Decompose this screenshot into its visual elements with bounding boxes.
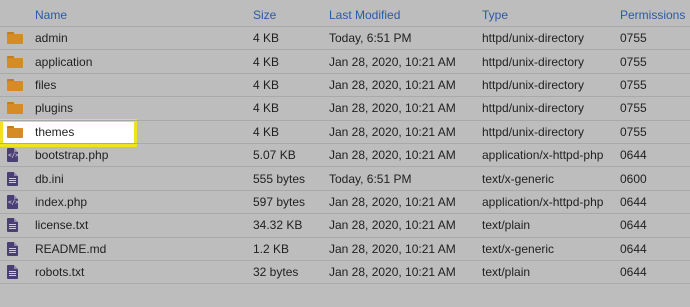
file-modified: Today, 6:51 PM [329, 171, 412, 186]
file-permissions: 0644 [620, 218, 647, 233]
table-row[interactable]: plugins 4 KB Jan 28, 2020, 10:21 AM http… [0, 97, 690, 121]
file-type: text/plain [482, 265, 531, 280]
file-modified: Jan 28, 2020, 10:21 AM [329, 265, 456, 280]
file-type: httpd/unix-directory [482, 77, 585, 92]
table-row[interactable]: files 4 KB Jan 28, 2020, 10:21 AM httpd/… [0, 74, 690, 98]
file-type: text/x-generic [482, 171, 555, 186]
column-header-size[interactable]: Size [253, 4, 276, 26]
file-size: 4 KB [253, 101, 280, 116]
code-file-icon: </> [7, 144, 19, 166]
folder-icon [7, 97, 23, 119]
file-type: application/x-httpd-php [482, 194, 604, 209]
file-size: 4 KB [253, 54, 280, 69]
file-name[interactable]: db.ini [35, 167, 64, 189]
file-modified: Jan 28, 2020, 10:21 AM [329, 101, 456, 116]
table-row[interactable]: admin 4 KB Today, 6:51 PM httpd/unix-dir… [0, 27, 690, 51]
file-permissions: 0755 [620, 101, 647, 116]
column-header-name[interactable]: Name [35, 4, 67, 26]
table-header: Name Size Last Modified Type Permissions [0, 4, 690, 27]
table-row[interactable]: robots.txt 32 bytes Jan 28, 2020, 10:21 … [0, 261, 690, 285]
file-permissions: 0755 [620, 77, 647, 92]
table-row[interactable]: application 4 KB Jan 28, 2020, 10:21 AM … [0, 50, 690, 74]
folder-icon [7, 74, 23, 96]
file-name[interactable]: bootstrap.php [35, 144, 108, 166]
file-size: 4 KB [253, 124, 280, 139]
file-permissions: 0644 [620, 265, 647, 280]
file-type: application/x-httpd-php [482, 148, 604, 163]
text-file-icon [7, 261, 18, 283]
file-modified: Jan 28, 2020, 10:21 AM [329, 218, 456, 233]
file-size: 34.32 KB [253, 218, 303, 233]
file-name[interactable]: themes [35, 121, 74, 143]
file-size: 32 bytes [253, 265, 299, 280]
folder-icon [7, 121, 23, 143]
file-modified: Jan 28, 2020, 10:21 AM [329, 77, 456, 92]
column-header-last-modified[interactable]: Last Modified [329, 4, 400, 26]
folder-icon [7, 50, 23, 72]
file-type: httpd/unix-directory [482, 124, 585, 139]
file-size: 4 KB [253, 31, 280, 46]
file-name[interactable]: application [35, 50, 92, 72]
file-name[interactable]: plugins [35, 97, 73, 119]
file-name[interactable]: admin [35, 27, 68, 49]
file-name[interactable]: README.md [35, 238, 106, 260]
file-size: 1.2 KB [253, 241, 290, 256]
column-header-permissions[interactable]: Permissions [620, 4, 685, 26]
file-modified: Jan 28, 2020, 10:21 AM [329, 124, 456, 139]
file-modified: Jan 28, 2020, 10:21 AM [329, 194, 456, 209]
text-file-icon [7, 167, 18, 189]
folder-icon [7, 27, 23, 49]
table-row[interactable]: </> bootstrap.php 5.07 KB Jan 28, 2020, … [0, 144, 690, 168]
file-permissions: 0755 [620, 54, 647, 69]
file-modified: Jan 28, 2020, 10:21 AM [329, 54, 456, 69]
text-file-icon [7, 214, 18, 236]
table-row-selected[interactable]: themes 4 KB Jan 28, 2020, 10:21 AM httpd… [0, 121, 690, 144]
file-permissions: 0600 [620, 171, 647, 186]
file-permissions: 0644 [620, 241, 647, 256]
code-file-icon: </> [7, 191, 19, 213]
file-type: text/x-generic [482, 241, 555, 256]
file-size: 4 KB [253, 77, 280, 92]
text-file-icon [7, 238, 18, 260]
file-name[interactable]: robots.txt [35, 261, 84, 283]
file-modified: Today, 6:51 PM [329, 31, 412, 46]
column-header-type[interactable]: Type [482, 4, 508, 26]
file-permissions: 0644 [620, 148, 647, 163]
table-row[interactable]: db.ini 555 bytes Today, 6:51 PM text/x-g… [0, 167, 690, 191]
file-table: Name Size Last Modified Type Permissions… [0, 4, 690, 285]
table-row[interactable]: </> index.php 597 bytes Jan 28, 2020, 10… [0, 191, 690, 215]
file-type: httpd/unix-directory [482, 31, 585, 46]
file-name[interactable]: license.txt [35, 214, 88, 236]
file-permissions: 0755 [620, 31, 647, 46]
file-name[interactable]: index.php [35, 191, 87, 213]
file-type: text/plain [482, 218, 531, 233]
file-name[interactable]: files [35, 74, 56, 96]
file-type: httpd/unix-directory [482, 101, 585, 116]
file-permissions: 0644 [620, 194, 647, 209]
file-size: 555 bytes [253, 171, 306, 186]
file-modified: Jan 28, 2020, 10:21 AM [329, 148, 456, 163]
file-permissions: 0755 [620, 124, 647, 139]
file-type: httpd/unix-directory [482, 54, 585, 69]
table-row[interactable]: license.txt 34.32 KB Jan 28, 2020, 10:21… [0, 214, 690, 238]
file-modified: Jan 28, 2020, 10:21 AM [329, 241, 456, 256]
file-size: 597 bytes [253, 194, 306, 209]
table-row[interactable]: README.md 1.2 KB Jan 28, 2020, 10:21 AM … [0, 238, 690, 261]
file-size: 5.07 KB [253, 148, 296, 163]
